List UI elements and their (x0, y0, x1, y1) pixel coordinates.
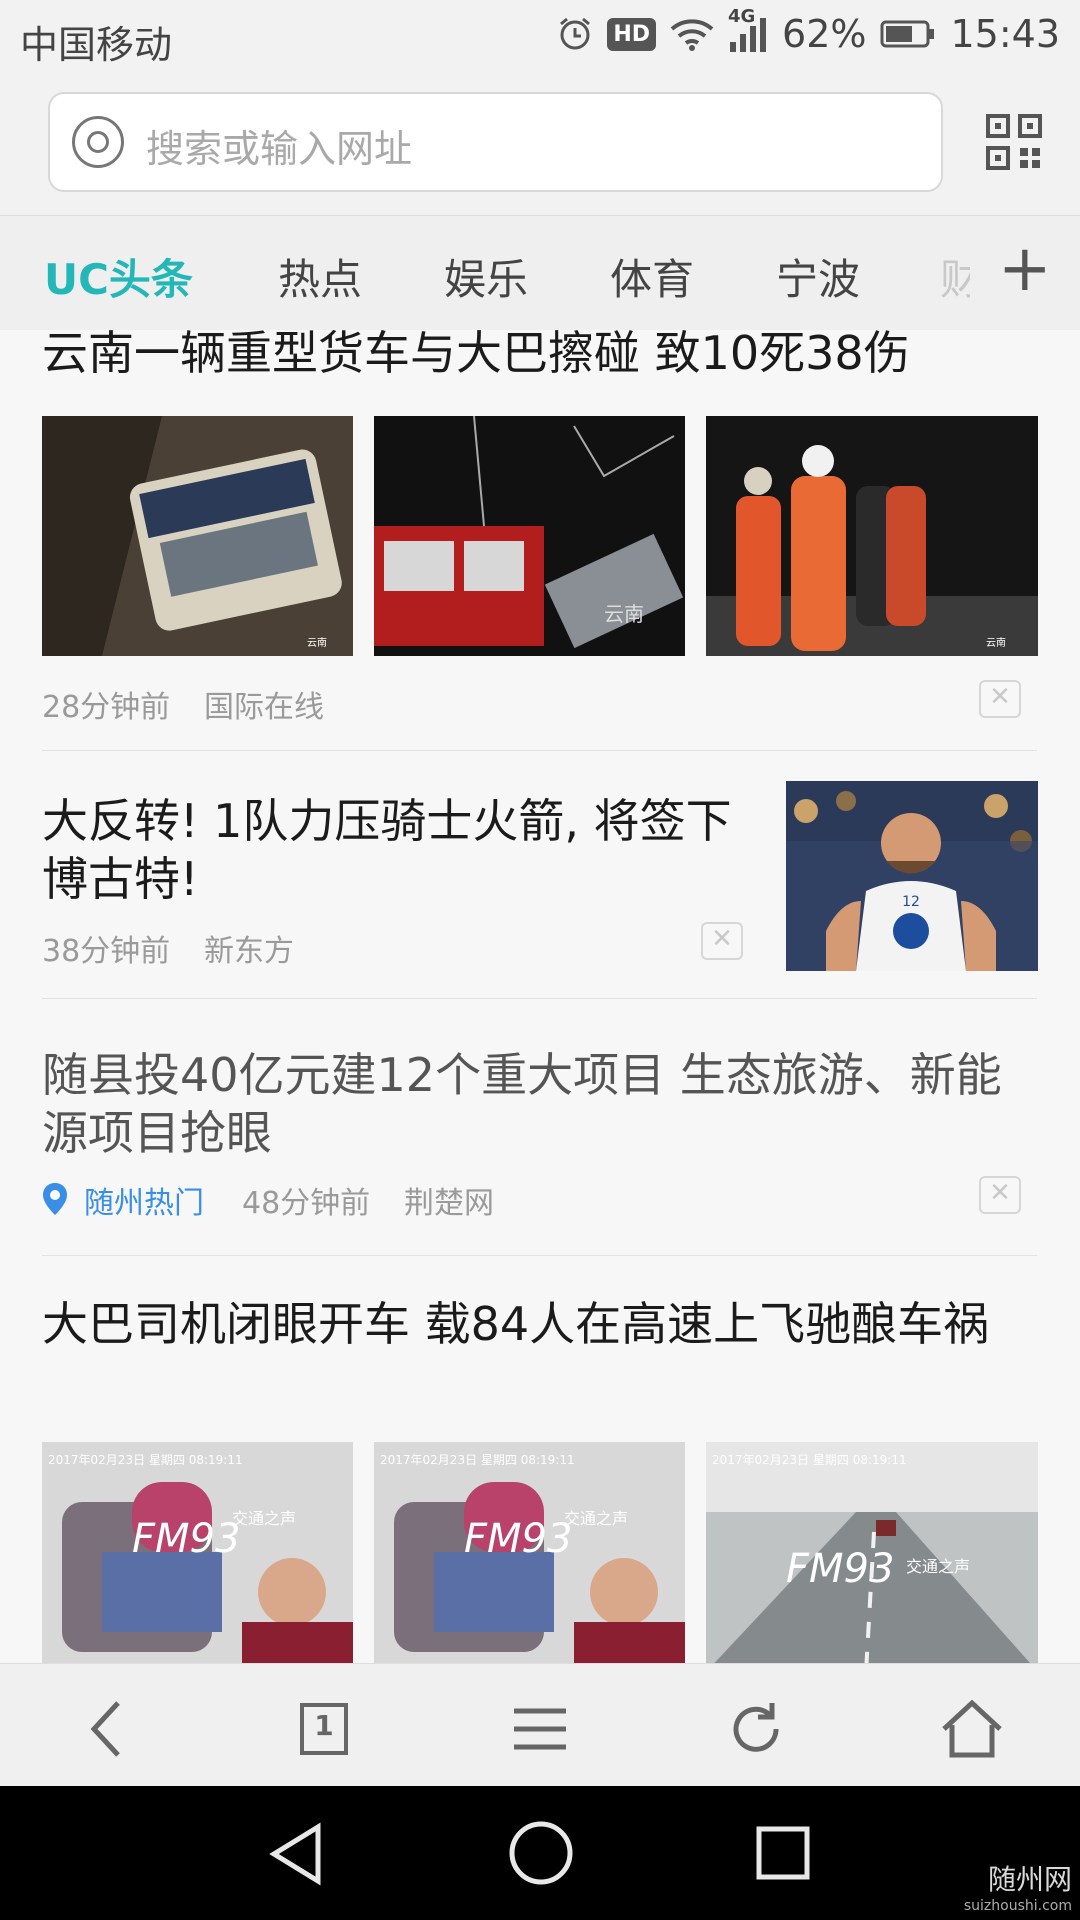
tab-finance[interactable]: 财 (940, 246, 970, 307)
news-title[interactable]: 大巴司机闭眼开车 载84人在高速上飞驰酿车祸 (42, 1295, 1037, 1353)
address-bar-area: 搜索或输入网址 (0, 80, 1080, 215)
news-time: 28分钟前 (42, 690, 171, 725)
image-logo-text: FM93 (132, 1516, 240, 1562)
news-title[interactable]: 云南一辆重型货车与大巴擦碰 致10死38伤 (42, 330, 1037, 382)
news-card[interactable]: 云南一辆重型货车与大巴擦碰 致10死38伤 (42, 330, 1037, 382)
divider (42, 998, 1037, 999)
jersey-number: 12 (902, 894, 920, 910)
alarm-icon (557, 16, 593, 52)
location-tag[interactable]: 随州热门 (84, 1178, 204, 1222)
image-timestamp: 2017年02月23日 星期四 08:19:11 (712, 1453, 907, 1467)
signal-icon: 4G (728, 6, 768, 54)
system-back-icon[interactable] (262, 1819, 332, 1893)
news-feed[interactable]: 云南一辆重型货车与大巴擦碰 致10死38伤 云南 云南 云南 28分钟前 国际在… (0, 330, 1080, 1663)
system-home-icon[interactable] (504, 1816, 578, 1894)
news-image[interactable]: 2017年02月23日 星期四 08:19:11 FM93 交通之声 (706, 1442, 1038, 1663)
search-placeholder: 搜索或输入网址 (146, 127, 413, 171)
news-card[interactable]: 大反转! 1队力压骑士火箭, 将签下博古特! (42, 792, 742, 908)
image-timestamp: 2017年02月23日 星期四 08:19:11 (380, 1453, 575, 1467)
battery-icon (880, 19, 936, 49)
tab-hot[interactable]: 热点 (278, 246, 362, 307)
news-image[interactable]: 2017年02月23日 星期四 08:19:11 FM93 交通之声 (374, 1442, 685, 1663)
image-logo-subtitle: 交通之声 (906, 1557, 970, 1576)
news-time: 48分钟前 (242, 1186, 371, 1221)
site-watermark: 随州网 suizhoushi.com (964, 1858, 1072, 1914)
tabs-button[interactable]: 1 (284, 1689, 364, 1769)
news-card[interactable]: 随县投40亿元建12个重大项目 生态旅游、新能源项目抢眼 (42, 1046, 1037, 1162)
image-watermark: 云南 (604, 602, 644, 626)
tab-sports[interactable]: 体育 (610, 246, 694, 307)
home-button[interactable] (932, 1689, 1012, 1769)
qr-code-icon[interactable] (986, 114, 1042, 170)
system-recents-icon[interactable] (748, 1818, 818, 1892)
watermark-name: 随州网 (987, 1863, 1072, 1896)
news-image[interactable]: 云南 (706, 416, 1038, 656)
uc-paw-icon (72, 116, 124, 168)
divider (42, 750, 1037, 751)
image-logo-subtitle: 交通之声 (564, 1509, 628, 1528)
image-timestamp: 2017年02月23日 星期四 08:19:11 (48, 1453, 243, 1467)
dismiss-button[interactable]: ✕ (979, 680, 1021, 718)
search-input[interactable]: 搜索或输入网址 (48, 92, 943, 192)
tab-ningbo[interactable]: 宁波 (776, 246, 860, 307)
news-time: 38分钟前 (42, 934, 171, 969)
add-channel-button[interactable]: + (998, 234, 1052, 304)
news-card[interactable]: 大巴司机闭眼开车 载84人在高速上飞驰酿车祸 (42, 1295, 1037, 1353)
menu-button[interactable] (500, 1689, 580, 1769)
news-image[interactable]: 12 (786, 781, 1038, 971)
divider (42, 1255, 1037, 1256)
watermark-url: suizhoushi.com (963, 1898, 1072, 1914)
status-bar: 中国移动 HD 4G 62% 15:43 (0, 0, 1080, 80)
image-watermark: 云南 (307, 636, 327, 649)
news-source: 荆楚网 (404, 1186, 494, 1221)
tab-uc-toutiao[interactable]: UC头条 (44, 246, 193, 307)
image-watermark: 云南 (986, 636, 1006, 649)
location-pin-icon (42, 1182, 68, 1220)
news-image[interactable]: 云南 (42, 416, 353, 656)
status-icons: HD 4G 62% 15:43 (557, 6, 1060, 56)
news-title[interactable]: 大反转! 1队力压骑士火箭, 将签下博古特! (42, 792, 742, 908)
channel-tabs: UC头条 热点 娱乐 体育 宁波 财 + (0, 215, 1080, 331)
system-navigation-bar: 随州网 suizhoushi.com (0, 1786, 1080, 1920)
news-image[interactable]: 2017年02月23日 星期四 08:19:11 FM93 交通之声 (42, 1442, 353, 1663)
news-title[interactable]: 随县投40亿元建12个重大项目 生态旅游、新能源项目抢眼 (42, 1046, 1037, 1162)
dismiss-button[interactable]: ✕ (979, 1176, 1021, 1214)
tab-entertainment[interactable]: 娱乐 (444, 246, 528, 307)
browser-toolbar: 1 (0, 1663, 1080, 1787)
image-logo-text: FM93 (786, 1546, 894, 1592)
battery-percent: 62% (782, 12, 867, 56)
dismiss-button[interactable]: ✕ (701, 922, 743, 960)
clock: 15:43 (950, 12, 1060, 56)
network-type-label: 4G (728, 6, 756, 27)
hd-badge: HD (607, 17, 657, 51)
news-source: 新东方 (204, 934, 294, 969)
news-image[interactable]: 云南 (374, 416, 685, 656)
back-button[interactable] (68, 1689, 148, 1769)
refresh-button[interactable] (716, 1689, 796, 1769)
carrier-label: 中国移动 (20, 23, 173, 67)
image-logo-subtitle: 交通之声 (232, 1509, 296, 1528)
image-logo-text: FM93 (464, 1516, 572, 1562)
wifi-icon (670, 17, 714, 51)
news-source: 国际在线 (204, 690, 324, 725)
tab-count: 1 (314, 1709, 334, 1742)
